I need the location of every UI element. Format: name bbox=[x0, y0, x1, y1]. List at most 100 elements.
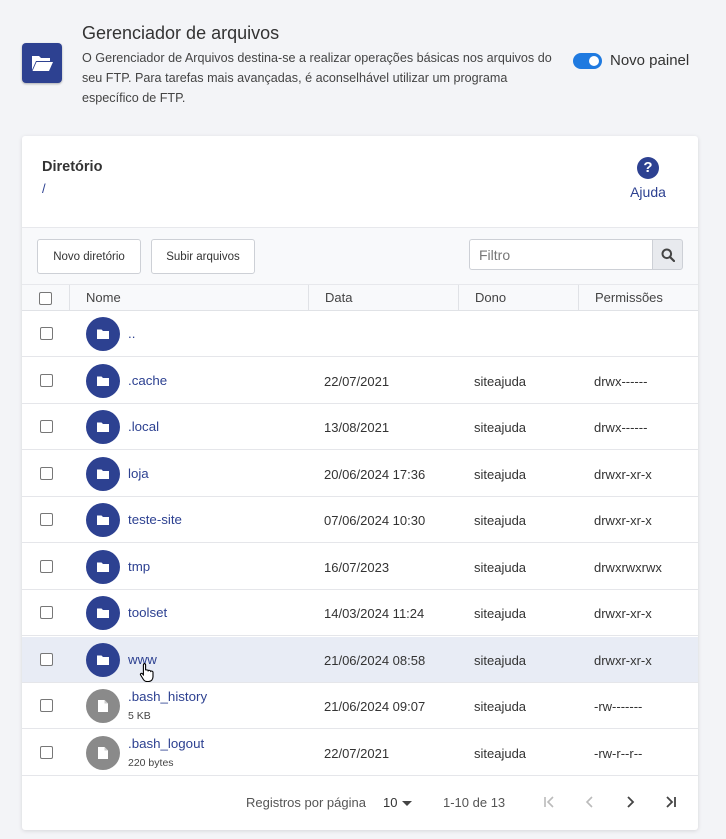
file-permissions: drwxr-xr-x bbox=[594, 652, 652, 668]
page-range: 1-10 de 13 bbox=[443, 795, 506, 810]
file-name-link[interactable]: .. bbox=[128, 326, 135, 341]
page-description: O Gerenciador de Arquivos destina-se a r… bbox=[82, 51, 552, 105]
file-name-link[interactable]: toolset bbox=[128, 605, 167, 620]
file-owner: siteajuda bbox=[474, 559, 527, 575]
column-name[interactable]: Nome bbox=[69, 285, 308, 311]
first-page-icon[interactable] bbox=[540, 792, 560, 812]
file-owner: siteajuda bbox=[474, 420, 527, 435]
file-name-link[interactable]: tmp bbox=[128, 559, 150, 574]
select-all-checkbox[interactable] bbox=[39, 292, 52, 305]
file-date: 14/03/2024 11:24 bbox=[324, 606, 425, 621]
table-row[interactable]: www 21/06/2024 08:58 siteajuda drwxr-xr-x bbox=[22, 636, 698, 683]
file-date: 21/06/2024 08:58 bbox=[324, 652, 426, 668]
file-date: 07/06/2024 10:30 bbox=[324, 513, 426, 528]
file-owner: siteajuda bbox=[474, 699, 527, 714]
file-owner: siteajuda bbox=[474, 745, 527, 761]
table-row[interactable]: teste-site 07/06/2024 10:30 siteajuda drwxr… bbox=[22, 497, 698, 543]
folder-icon[interactable] bbox=[86, 363, 120, 398]
file-date: 21/06/2024 09:07 bbox=[324, 699, 426, 714]
table-row[interactable]: loja 20/06/2024 17:36 siteajuda drwxr-xr-x bbox=[22, 450, 698, 497]
per-page-select[interactable]: 10 bbox=[383, 795, 397, 810]
folder-open-icon bbox=[22, 43, 62, 83]
row-checkbox[interactable] bbox=[40, 513, 53, 526]
row-checkbox[interactable] bbox=[40, 559, 53, 573]
folder-icon[interactable] bbox=[86, 410, 120, 444]
table-row[interactable]: toolset 14/03/2024 11:24 siteajuda drwxr-xr… bbox=[22, 590, 698, 636]
file-name-link[interactable]: loja bbox=[128, 466, 149, 481]
column-date[interactable]: Data bbox=[308, 285, 458, 311]
filter-input[interactable] bbox=[469, 239, 652, 270]
search-icon[interactable] bbox=[652, 239, 683, 270]
file-permissions: drwxr-xr-x bbox=[594, 606, 652, 621]
file-date: 16/07/2023 bbox=[324, 559, 390, 575]
toggle-label: Novo painel bbox=[610, 52, 690, 69]
file-name-link[interactable]: .bash_logout bbox=[128, 736, 204, 751]
file-permissions: -rw------- bbox=[594, 699, 643, 714]
toolbar: Novo diretório Subir arquivos bbox=[22, 227, 698, 284]
table-row[interactable]: .bash_logout 220 bytes 22/07/2021 siteajuda… bbox=[22, 729, 698, 776]
row-checkbox[interactable] bbox=[40, 420, 53, 433]
help-label[interactable]: Ajuda bbox=[622, 184, 674, 200]
folder-icon[interactable] bbox=[86, 456, 120, 491]
row-checkbox[interactable] bbox=[40, 699, 53, 712]
hand-cursor-icon bbox=[139, 662, 155, 687]
table-header: Nome Data Dono Permissões bbox=[22, 284, 698, 311]
file-name-link[interactable]: teste-site bbox=[128, 512, 182, 527]
table-row[interactable]: tmp 16/07/2023 siteajuda drwxrwxrwx bbox=[22, 543, 698, 590]
folder-icon[interactable] bbox=[86, 642, 120, 677]
column-owner[interactable]: Dono bbox=[458, 285, 578, 311]
file-date: 22/07/2021 bbox=[324, 373, 390, 389]
toggle-switch[interactable] bbox=[573, 52, 602, 69]
new-panel-toggle[interactable]: Novo painel bbox=[573, 52, 689, 69]
file-owner: siteajuda bbox=[474, 466, 527, 482]
row-checkbox[interactable] bbox=[40, 652, 53, 666]
question-circle-icon[interactable]: ? bbox=[637, 157, 659, 179]
file-name-link[interactable]: .cache bbox=[128, 373, 167, 388]
file-name-link[interactable]: .bash_history bbox=[128, 689, 207, 704]
file-icon[interactable] bbox=[86, 689, 120, 723]
row-checkbox[interactable] bbox=[40, 327, 53, 340]
table-row[interactable]: .cache 22/07/2021 siteajuda drwx------ bbox=[22, 357, 698, 404]
file-permissions: drwxrwxrwx bbox=[594, 559, 662, 575]
file-size: 5 KB bbox=[128, 710, 151, 722]
file-permissions: drwx------ bbox=[594, 373, 648, 389]
file-permissions: drwxr-xr-x bbox=[594, 513, 652, 528]
table-row[interactable]: .local 13/08/2021 siteajuda drwx------ bbox=[22, 404, 698, 450]
prev-page-icon[interactable] bbox=[580, 792, 600, 812]
file-date: 22/07/2021 bbox=[324, 745, 390, 761]
file-size: 220 bytes bbox=[128, 756, 174, 769]
table-row[interactable]: .. bbox=[22, 311, 698, 357]
folder-icon[interactable] bbox=[86, 503, 120, 537]
next-page-icon[interactable] bbox=[620, 792, 640, 812]
folder-icon[interactable] bbox=[86, 596, 120, 630]
file-permissions: drwxr-xr-x bbox=[594, 466, 652, 482]
directory-label: Diretório bbox=[42, 159, 103, 175]
folder-icon[interactable] bbox=[86, 317, 120, 351]
row-checkbox[interactable] bbox=[40, 373, 53, 387]
file-owner: siteajuda bbox=[474, 652, 527, 668]
file-name-link[interactable]: .local bbox=[128, 419, 159, 434]
column-permissions[interactable]: Permissões bbox=[578, 285, 698, 311]
page-title: Gerenciador de arquivos bbox=[82, 23, 280, 43]
upload-files-button[interactable]: Subir arquivos bbox=[151, 239, 255, 274]
file-manager-card: Diretório / ? Ajuda Novo diretório Subir… bbox=[22, 136, 698, 830]
folder-icon[interactable] bbox=[86, 549, 120, 584]
file-icon[interactable] bbox=[86, 735, 120, 770]
directory-path[interactable]: / bbox=[42, 181, 46, 196]
file-permissions: -rw-r--r-- bbox=[594, 745, 643, 761]
new-directory-button[interactable]: Novo diretório bbox=[37, 239, 141, 274]
file-date: 20/06/2024 17:36 bbox=[324, 466, 426, 482]
toggle-knob bbox=[589, 55, 599, 66]
pagination: Registros por página 10 1-10 de 13 bbox=[22, 776, 698, 830]
help-button[interactable]: ? Ajuda bbox=[622, 157, 674, 200]
last-page-icon[interactable] bbox=[660, 792, 680, 812]
row-checkbox[interactable] bbox=[40, 606, 53, 619]
page-header: Gerenciador de arquivos O Gerenciador de… bbox=[0, 0, 726, 120]
chevron-down-icon[interactable] bbox=[402, 801, 412, 806]
row-checkbox[interactable] bbox=[40, 745, 53, 759]
filter-box bbox=[469, 239, 683, 270]
row-checkbox[interactable] bbox=[40, 466, 53, 480]
file-owner: siteajuda bbox=[474, 513, 527, 528]
table-row[interactable]: .bash_history 5 KB 21/06/2024 09:07 siteaju… bbox=[22, 683, 698, 729]
file-date: 13/08/2021 bbox=[324, 420, 390, 435]
